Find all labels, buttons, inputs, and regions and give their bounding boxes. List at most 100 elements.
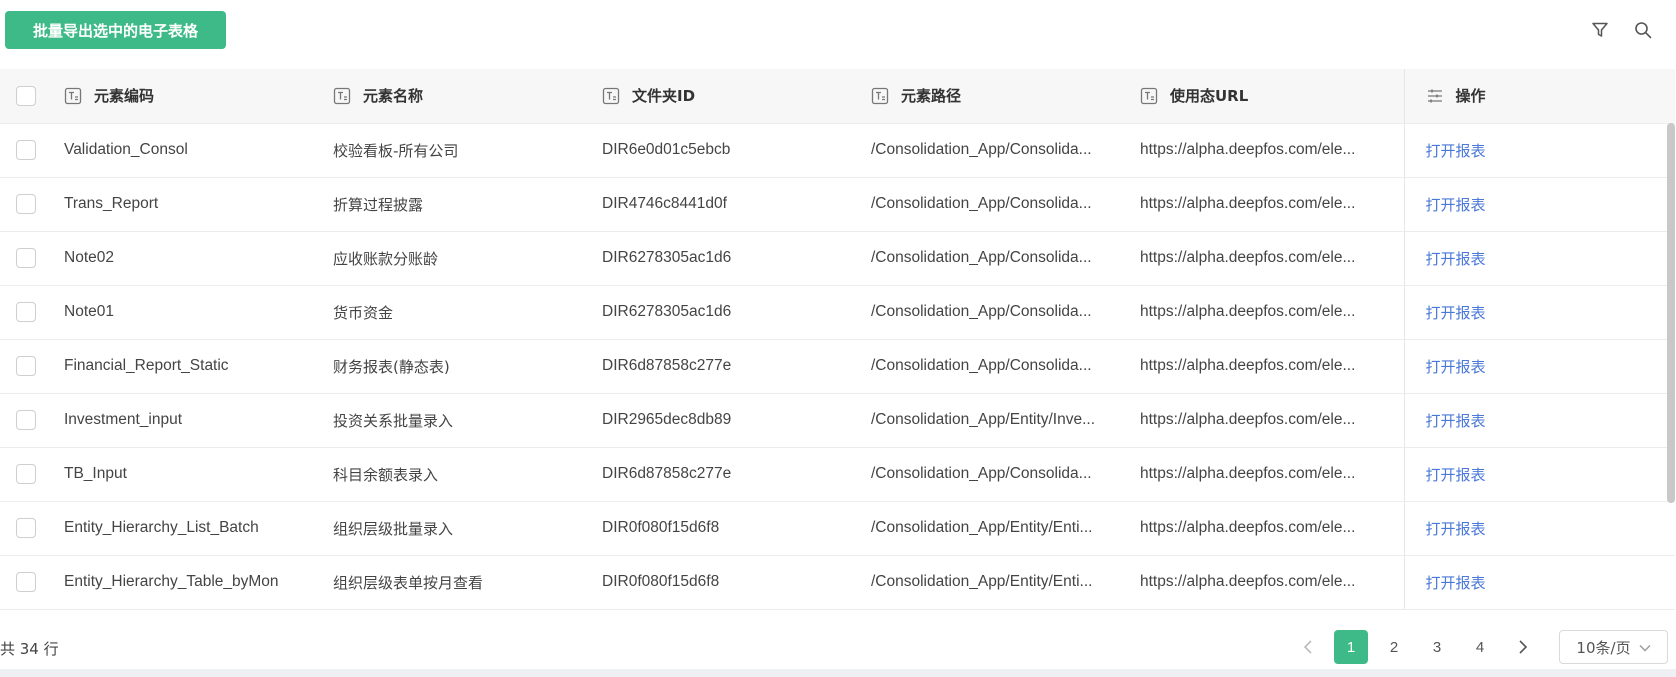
open-report-link[interactable]: 打开报表: [1426, 574, 1486, 592]
action-cell: 打开报表: [1403, 231, 1675, 286]
element-code-cell: TB_Input: [64, 447, 333, 502]
row-checkbox[interactable]: [16, 356, 36, 376]
element-code-cell: Note01: [64, 285, 333, 340]
filter-icon[interactable]: [1588, 18, 1612, 42]
vertical-scrollbar[interactable]: [1666, 69, 1676, 610]
table-row[interactable]: Entity_Hierarchy_Table_byMon 组织层级表单按月查看 DI…: [0, 555, 1675, 610]
row-select-cell: [0, 177, 64, 232]
row-select-cell: [0, 555, 64, 610]
page-size-select[interactable]: 10条/页: [1559, 630, 1668, 664]
row-select-cell: [0, 231, 64, 286]
runtime-url-cell: https://alpha.deepfos.com/ele...: [1140, 123, 1404, 178]
action-cell: 打开报表: [1403, 393, 1675, 448]
runtime-url-cell: https://alpha.deepfos.com/ele...: [1140, 231, 1404, 286]
action-cell: 打开报表: [1403, 285, 1675, 340]
element-path-cell: /Consolidation_App/Consolida...: [871, 447, 1140, 502]
bottom-band: [0, 669, 1676, 677]
table-row[interactable]: Financial_Report_Static 财务报表(静态表) DIR6d878…: [0, 339, 1675, 394]
header-label: 操作: [1455, 87, 1486, 106]
element-path-cell: /Consolidation_App/Entity/Inve...: [871, 393, 1140, 448]
table-row[interactable]: Note01 货币资金 DIR6278305ac1d6/Consolidation_…: [0, 285, 1675, 340]
element-name-cell: 科目余额表录入: [333, 447, 602, 502]
row-checkbox[interactable]: [16, 464, 36, 484]
element-code-cell: Trans_Report: [64, 177, 333, 232]
row-checkbox[interactable]: [16, 302, 36, 322]
header-element-code[interactable]: 元素编码: [64, 69, 333, 124]
text-column-icon: [602, 87, 620, 105]
table-row[interactable]: Trans_Report 折算过程披露 DIR4746c8441d0f/Consol…: [0, 177, 1675, 232]
batch-export-button[interactable]: 批量导出选中的电子表格: [5, 11, 226, 49]
open-report-link[interactable]: 打开报表: [1426, 520, 1486, 538]
open-report-link[interactable]: 打开报表: [1426, 466, 1486, 484]
row-checkbox[interactable]: [16, 572, 36, 592]
header-element-name[interactable]: 元素名称: [333, 69, 602, 124]
pagination-bar: 共 34 行 1 2 3 4 10条/页: [0, 614, 1676, 677]
page-button-3[interactable]: 3: [1420, 630, 1454, 664]
page-button-2[interactable]: 2: [1377, 630, 1411, 664]
row-checkbox[interactable]: [16, 518, 36, 538]
open-report-link[interactable]: 打开报表: [1426, 142, 1486, 160]
header-label: 元素名称: [363, 87, 424, 106]
element-name-cell: 组织层级表单按月查看: [333, 555, 602, 610]
row-checkbox[interactable]: [16, 140, 36, 160]
header-label: 元素路径: [901, 87, 962, 106]
table-row[interactable]: Validation_Consol 校验看板-所有公司 DIR6e0d01c5ebc…: [0, 123, 1675, 178]
select-all-checkbox[interactable]: [16, 85, 36, 106]
next-page-button[interactable]: [1506, 630, 1540, 664]
open-report-link[interactable]: 打开报表: [1426, 196, 1486, 214]
folder-id-cell: DIR2965dec8db89: [602, 393, 871, 448]
action-cell: 打开报表: [1403, 447, 1675, 502]
folder-id-cell: DIR4746c8441d0f: [602, 177, 871, 232]
element-name-cell: 投资关系批量录入: [333, 393, 602, 448]
scrollbar-thumb[interactable]: [1667, 123, 1675, 503]
header-element-path[interactable]: 元素路径: [871, 69, 1140, 124]
row-checkbox[interactable]: [16, 194, 36, 214]
folder-id-cell: DIR0f080f15d6f8: [602, 555, 871, 610]
chevron-down-icon: [1639, 638, 1651, 656]
runtime-url-cell: https://alpha.deepfos.com/ele...: [1140, 555, 1404, 610]
element-table-container: 元素编码 元素名称 文件夹ID 元素路径 使用态URL 操作 Validatio…: [0, 69, 1676, 610]
settings-sliders-icon[interactable]: [1426, 87, 1444, 105]
header-label: 元素编码: [94, 87, 155, 106]
open-report-link[interactable]: 打开报表: [1426, 304, 1486, 322]
element-path-cell: /Consolidation_App/Consolida...: [871, 285, 1140, 340]
text-column-icon: [64, 87, 82, 105]
page-button-1[interactable]: 1: [1334, 630, 1368, 664]
table-body: Validation_Consol 校验看板-所有公司 DIR6e0d01c5ebc…: [0, 123, 1675, 610]
search-icon[interactable]: [1631, 18, 1655, 42]
runtime-url-cell: https://alpha.deepfos.com/ele...: [1140, 339, 1404, 394]
text-column-icon: [333, 87, 351, 105]
element-path-cell: /Consolidation_App/Consolida...: [871, 231, 1140, 286]
row-select-cell: [0, 447, 64, 502]
table-row[interactable]: Entity_Hierarchy_List_Batch 组织层级批量录入 DIR0f…: [0, 501, 1675, 556]
header-runtime-url[interactable]: 使用态URL: [1140, 69, 1404, 124]
header-folder-id[interactable]: 文件夹ID: [602, 69, 871, 124]
prev-page-button[interactable]: [1291, 630, 1325, 664]
table-row[interactable]: TB_Input 科目余额表录入 DIR6d87858c277e/Consolida…: [0, 447, 1675, 502]
text-column-icon: [1140, 87, 1158, 105]
table-header-row: 元素编码 元素名称 文件夹ID 元素路径 使用态URL 操作: [0, 69, 1675, 124]
folder-id-cell: DIR6d87858c277e: [602, 339, 871, 394]
header-label: 文件夹ID: [632, 87, 696, 106]
action-cell: 打开报表: [1403, 177, 1675, 232]
runtime-url-cell: https://alpha.deepfos.com/ele...: [1140, 285, 1404, 340]
element-path-cell: /Consolidation_App/Entity/Enti...: [871, 555, 1140, 610]
runtime-url-cell: https://alpha.deepfos.com/ele...: [1140, 447, 1404, 502]
folder-id-cell: DIR6d87858c277e: [602, 447, 871, 502]
action-cell: 打开报表: [1403, 555, 1675, 610]
folder-id-cell: DIR6e0d01c5ebcb: [602, 123, 871, 178]
table-row[interactable]: Note02 应收账款分账龄 DIR6278305ac1d6/Consolidati…: [0, 231, 1675, 286]
row-select-cell: [0, 285, 64, 340]
table-row[interactable]: Investment_input 投资关系批量录入 DIR2965dec8db89/…: [0, 393, 1675, 448]
page-button-4[interactable]: 4: [1463, 630, 1497, 664]
element-code-cell: Investment_input: [64, 393, 333, 448]
row-checkbox[interactable]: [16, 248, 36, 268]
action-cell: 打开报表: [1403, 501, 1675, 556]
open-report-link[interactable]: 打开报表: [1426, 412, 1486, 430]
element-code-cell: Note02: [64, 231, 333, 286]
open-report-link[interactable]: 打开报表: [1426, 358, 1486, 376]
row-select-cell: [0, 123, 64, 178]
element-path-cell: /Consolidation_App/Consolida...: [871, 123, 1140, 178]
open-report-link[interactable]: 打开报表: [1426, 250, 1486, 268]
row-checkbox[interactable]: [16, 410, 36, 430]
